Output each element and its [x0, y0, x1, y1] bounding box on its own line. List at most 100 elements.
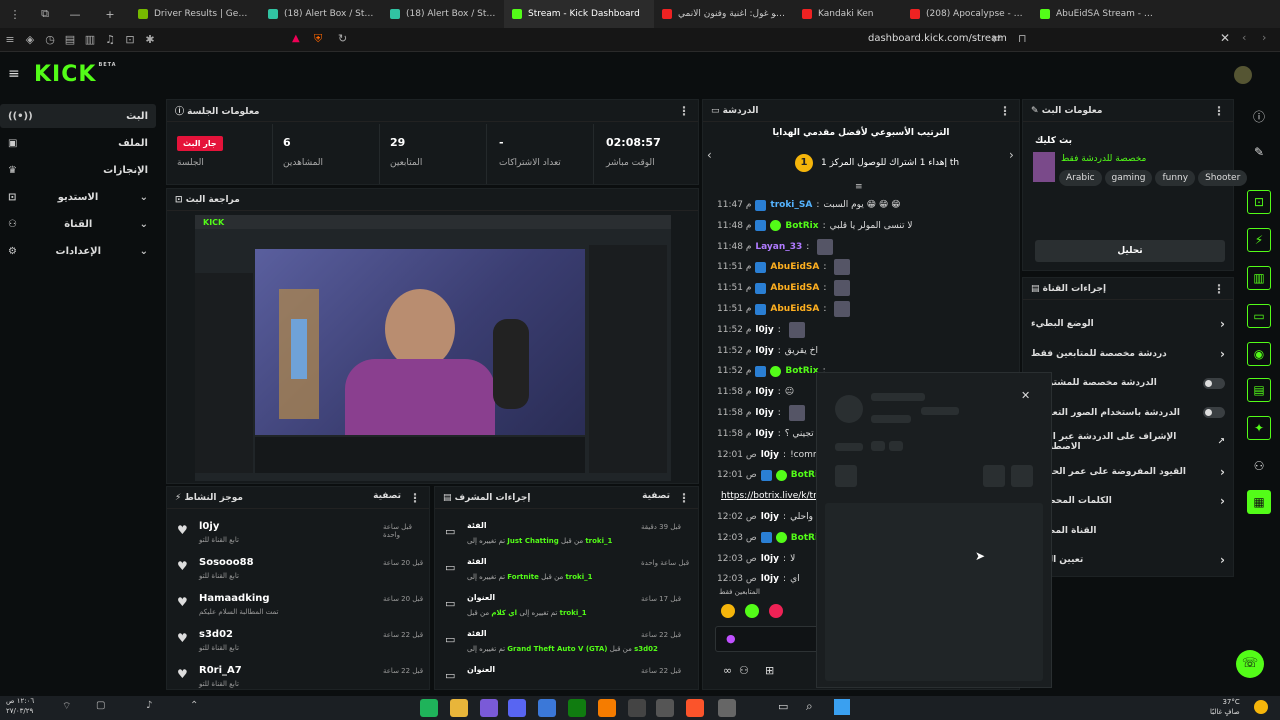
forward-icon[interactable]: › — [1262, 31, 1266, 44]
filter-button[interactable]: تصفية — [373, 491, 401, 505]
chevron-right-icon[interactable]: › — [1220, 553, 1225, 567]
chat-message[interactable]: 11:51 م AbuEidSA: — [717, 258, 851, 276]
activity-item[interactable]: ♥ s3d02 تابع القناة للتو قبل 22 ساعة — [167, 625, 429, 661]
brave-shield-icon[interactable]: ⛨ — [314, 32, 322, 46]
modaction-item[interactable]: ▭ الفئة تم تغييره إلى Grand Theft Auto V (… — [435, 625, 698, 661]
chevron-right-icon[interactable]: › — [1220, 347, 1225, 361]
activity-icon[interactable]: ⚡ — [1247, 228, 1271, 252]
discord-icon[interactable] — [508, 699, 526, 717]
chat-username[interactable]: l0jy — [755, 429, 773, 439]
browser-tab[interactable]: AbuEidSA Stream - Watch Live — [1032, 0, 1168, 28]
stream-tag[interactable]: Arabic — [1059, 170, 1102, 186]
browser-tab[interactable]: (208) Apocalypse - YouTub — [902, 0, 1032, 28]
chat-username[interactable]: l0jy — [761, 450, 779, 460]
browser-tab[interactable]: (18) Alert Box / Streamlabs — [260, 0, 382, 28]
wrench-icon[interactable]: ✦ — [1247, 416, 1271, 440]
preview-icon[interactable]: ⊡ — [1247, 190, 1271, 214]
support-icon[interactable]: ☏ — [1236, 650, 1264, 678]
hamburger-icon[interactable]: ≡ — [8, 66, 20, 82]
sidebar-item-live[interactable]: ((•)) البث — [0, 104, 156, 128]
chat-message[interactable]: 11:48 م Layan_33: — [717, 238, 834, 256]
activity-item[interactable]: ♥ Sosooo88 تابع القناة للتو قبل 20 ساعة — [167, 553, 429, 589]
new-tab-button[interactable]: + — [90, 8, 130, 21]
chevron-right-icon[interactable]: › — [1220, 317, 1225, 331]
shield-icon[interactable]: ◈ — [20, 33, 40, 46]
emote-icon[interactable] — [769, 604, 783, 618]
edit-stream-button[interactable]: تحليل — [1035, 240, 1225, 262]
xbox-icon[interactable] — [568, 699, 586, 717]
tab-search-icon[interactable]: ⋮ — [0, 8, 30, 21]
chat-icon[interactable]: ▭ — [1247, 304, 1271, 328]
pin-icon[interactable]: ≡ — [855, 182, 863, 192]
music-icon[interactable]: ♫ — [100, 33, 120, 46]
sidebar-toggle-icon[interactable]: ▥ — [80, 33, 100, 46]
kebab-icon[interactable]: ⋮ — [678, 491, 690, 505]
modaction-item[interactable]: ▭ الفئة تم تغييره إلى Just Chatting من قبل… — [435, 517, 698, 553]
start-icon[interactable] — [834, 699, 850, 715]
kebab-icon[interactable]: ⋮ — [999, 104, 1011, 118]
activity-item[interactable]: ♥ R0ri_A7 تابع القناة للتو قبل 22 ساعة — [167, 661, 429, 689]
search-icon[interactable]: ⌕ — [806, 699, 813, 714]
bookmark-icon[interactable]: ⊓ — [1018, 32, 1027, 45]
stream-tag[interactable]: Shooter — [1198, 170, 1248, 186]
sidebar-item-achievements[interactable]: ♛ الإنجازات — [0, 158, 156, 182]
stream-tag[interactable]: gaming — [1104, 170, 1153, 186]
channel-action-item[interactable]: الدردشة باستخدام الصور التعبيرية — [1023, 399, 1233, 427]
chat-username[interactable]: Layan_33 — [755, 242, 802, 252]
chat-message[interactable]: 11:48 م BotRix: لا تنسى المولر يا قلبي — [717, 217, 913, 235]
gift-icon[interactable]: ⊞ — [765, 664, 774, 677]
kebab-icon[interactable]: ⋮ — [1213, 104, 1225, 118]
kick-logo[interactable]: KICK BETA — [34, 62, 117, 87]
chat-username[interactable]: l0jy — [755, 325, 773, 335]
stream-tag[interactable]: funny — [1155, 170, 1196, 186]
chat-username[interactable]: l0jy — [755, 346, 773, 356]
activity-user[interactable]: l0jy — [199, 521, 219, 532]
chat-message[interactable]: 11:58 م l0jy: — [717, 404, 805, 422]
tab-list-icon[interactable]: ▤ — [60, 33, 80, 46]
browser-tab[interactable]: (18) Alert Box / Streamlabs — [382, 0, 504, 28]
chat-username[interactable]: BotRix — [785, 221, 818, 231]
task-view-icon[interactable]: ▭ — [778, 700, 788, 713]
emote-icon[interactable] — [721, 604, 735, 618]
chat-username[interactable]: l0jy — [761, 554, 779, 564]
chat-message[interactable]: 11:47 م troki_SA: يوم السبت 😁 😁 😁 — [717, 196, 901, 214]
chat-username[interactable]: l0jy — [755, 408, 773, 418]
menu-icon[interactable]: ≡ — [0, 33, 20, 46]
workspace-icon[interactable]: ⧉ — [30, 7, 60, 21]
chevron-left-icon[interactable]: ‹ — [707, 148, 712, 162]
browser-tab[interactable]: Driver Results | GeForce RTX 30 — [130, 0, 260, 28]
app-icon-9[interactable] — [656, 699, 674, 717]
chat-username[interactable]: l0jy — [761, 512, 779, 522]
chat-username[interactable]: AbuEidSA — [770, 283, 819, 293]
kebab-icon[interactable]: ⋮ — [409, 491, 421, 505]
filter-button[interactable]: تصفية — [642, 491, 670, 505]
activity-user[interactable]: s3d02 — [199, 629, 233, 640]
microphone-icon[interactable]: ● — [726, 632, 736, 645]
chat-message[interactable]: 11:52 م l0jy: — [717, 321, 805, 339]
chat-username[interactable]: AbuEidSA — [770, 304, 819, 314]
external-link-icon[interactable]: ↗ — [1217, 437, 1225, 447]
history-icon[interactable]: ◷ — [40, 33, 60, 46]
channel-action-item[interactable]: الدردشة مخصصة للمشتركين — [1023, 369, 1233, 397]
chat-message[interactable]: 11:51 م AbuEidSA: — [717, 300, 851, 318]
url-field[interactable]: dashboard.kick.com/stream — [868, 33, 1007, 44]
chat-message[interactable]: 12:03 ص l0jy: لا — [717, 550, 795, 568]
activity-item[interactable]: ♥ l0jy تابع القناة للتو قبل ساعة واحدة — [167, 517, 429, 553]
weather-widget[interactable]: 37°C صافٍ غالبًا — [1210, 697, 1240, 717]
chat-username[interactable]: AbuEidSA — [770, 262, 819, 272]
emote-icon[interactable] — [745, 604, 759, 618]
chat-message[interactable]: 11:52 م l0jy: اخ يقريق — [717, 342, 818, 360]
browser-tab[interactable]: طوكيو غول: أغنية وفنون الأنمي — [654, 0, 794, 28]
chat-username[interactable]: l0jy — [755, 387, 773, 397]
reader-mode-icon[interactable]: ⇄ — [992, 32, 1001, 45]
channel-action-item[interactable]: الكلمات المحظورة › — [1023, 487, 1233, 515]
back-icon[interactable]: ‹ — [1242, 31, 1246, 44]
browser-tab[interactable]: Kandaki Ken — [794, 0, 902, 28]
modactions-icon[interactable]: ▤ — [1247, 378, 1271, 402]
session-icon[interactable]: ▥ — [1247, 266, 1271, 290]
info-icon[interactable]: ⓘ — [1247, 104, 1271, 128]
add-widget-icon[interactable]: ▦ — [1247, 490, 1271, 514]
app-icon-7[interactable] — [598, 699, 616, 717]
chevron-up-icon[interactable]: ⌃ — [190, 700, 198, 711]
notifications-icon[interactable]: ▢ — [96, 700, 105, 711]
